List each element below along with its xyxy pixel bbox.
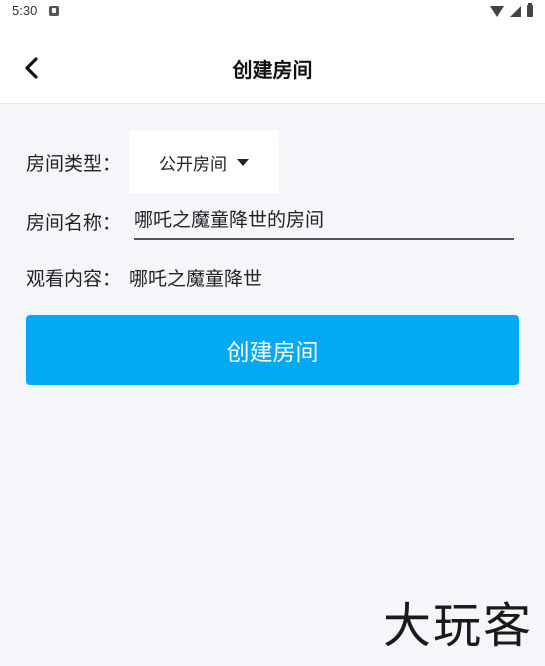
room-name-input[interactable]	[134, 202, 514, 238]
room-type-dropdown[interactable]: 公开房间	[129, 131, 279, 193]
notification-icon	[49, 6, 59, 16]
room-name-field-wrap	[134, 202, 514, 240]
watermark-logo: 大玩客	[382, 598, 533, 654]
status-bar: 5:30	[0, 0, 545, 24]
wifi-icon	[490, 5, 504, 17]
watch-content-value: 哪吒之魔童降世	[129, 268, 263, 290]
status-indicators	[490, 3, 533, 17]
room-name-label: 房间名称：	[26, 212, 122, 234]
create-room-button[interactable]: 创建房间	[26, 315, 519, 385]
room-type-value: 公开房间	[159, 154, 227, 175]
battery-icon	[527, 3, 533, 17]
page-title: 创建房间	[232, 58, 313, 82]
watch-content-label: 观看内容：	[26, 268, 122, 290]
status-time: 5:30	[12, 3, 38, 18]
app-bar: 创建房间	[0, 24, 545, 104]
room-type-label: 房间类型：	[26, 153, 122, 175]
signal-icon	[510, 5, 521, 17]
caret-down-icon	[237, 158, 249, 166]
